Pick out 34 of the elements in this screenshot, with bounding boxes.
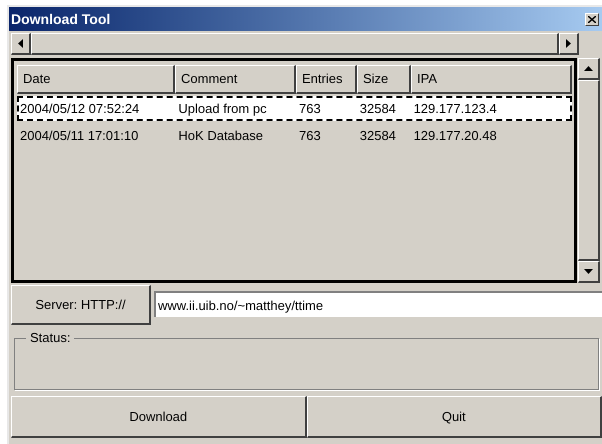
window-title: Download Tool (11, 10, 110, 28)
down-arrow-icon (584, 269, 593, 274)
close-icon (588, 16, 596, 22)
table-cell-text: 129.177.20.48 (412, 126, 498, 145)
server-url-field[interactable]: www.ii.uib.no/~matthey/ttime (154, 291, 602, 317)
table-cell-text: HoK Database (177, 126, 264, 145)
table-cell-text: 129.177.123.4 (412, 100, 498, 118)
scroll-down-button[interactable] (578, 261, 600, 283)
table-cell-text: 763 (298, 126, 322, 145)
table-row[interactable]: 2004/05/12 07:52:24 Upload from pc 763 32584 129.177.123.4 (17, 96, 572, 121)
table-cell-text: 763 (298, 100, 322, 118)
left-arrow-icon (18, 39, 23, 48)
up-arrow-icon (584, 66, 593, 71)
scroll-thumb[interactable] (578, 80, 600, 261)
close-button[interactable] (585, 12, 599, 26)
scroll-right-button[interactable] (559, 33, 579, 55)
column-header[interactable]: IPA (411, 65, 572, 94)
vertical-scrollbar[interactable] (578, 58, 600, 283)
quit-button[interactable]: Quit (306, 396, 602, 438)
download-button[interactable]: Download (11, 396, 306, 438)
table-cell-text: 2004/05/11 17:01:10 (19, 126, 140, 145)
server-button[interactable]: Server: HTTP:// (11, 285, 151, 325)
table-row[interactable]: 2004/05/11 17:01:10 HoK Database 763 32584 129.177.20.48 (17, 123, 572, 148)
table-cell-text: 32584 (358, 126, 397, 145)
table-cell-text: 32584 (358, 100, 397, 118)
scroll-up-button[interactable] (578, 58, 600, 80)
table-cell-text: 2004/05/12 07:52:24 (19, 100, 140, 118)
column-header[interactable]: Comment (175, 65, 296, 94)
column-header[interactable]: Size (357, 65, 411, 94)
column-header[interactable]: Date (17, 65, 175, 94)
scroll-left-button[interactable] (11, 33, 31, 55)
column-header[interactable]: Entries (296, 65, 357, 94)
table-cell-text: Upload from pc (177, 100, 268, 118)
right-arrow-icon (566, 39, 571, 48)
